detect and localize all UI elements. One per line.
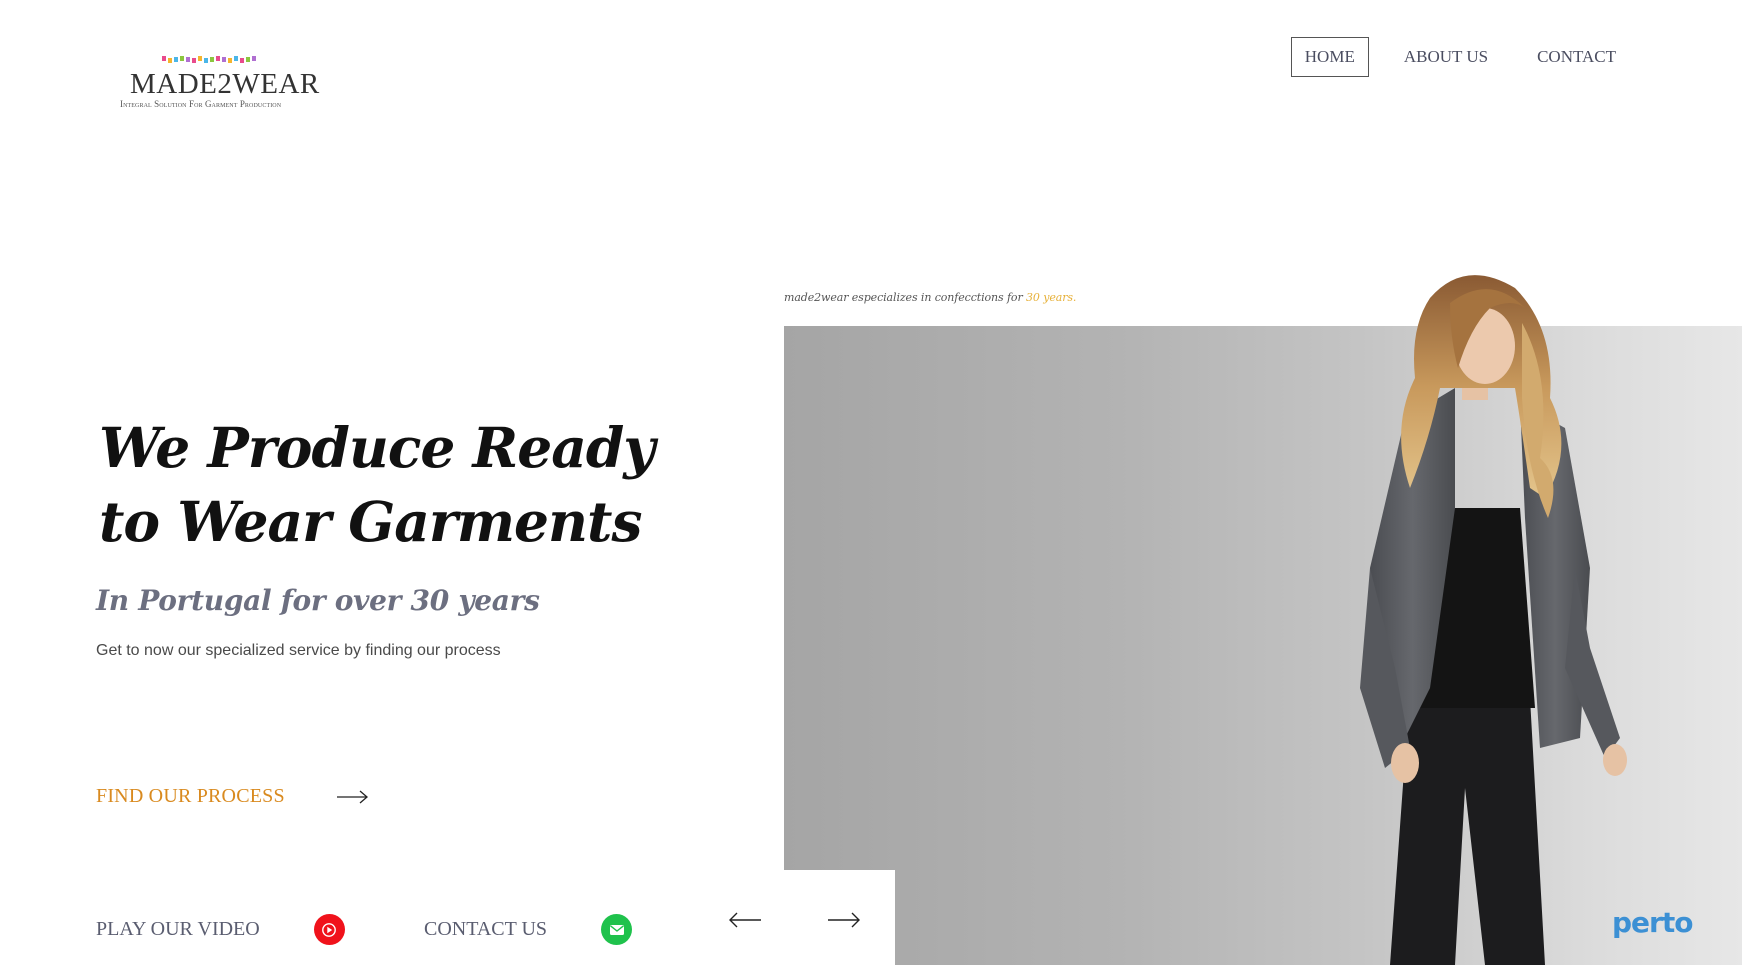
contact-us-label: CONTACT US bbox=[424, 918, 548, 940]
cta-label: FIND OUR PROCESS bbox=[96, 785, 285, 807]
logo-dot bbox=[246, 57, 250, 62]
logo-dot bbox=[240, 58, 244, 63]
logo-dot bbox=[186, 57, 190, 62]
hero-subtitle: In Portugal for over 30 years bbox=[96, 584, 540, 617]
mail-icon bbox=[601, 914, 633, 945]
tagline-highlight: 30 years. bbox=[1026, 291, 1077, 304]
hero-tagline: made2wear especializes in confecctions f… bbox=[784, 291, 1076, 304]
play-video-label: PLAY OUR VIDEO bbox=[96, 918, 260, 940]
arrow-left-icon[interactable] bbox=[728, 912, 762, 928]
logo-dot bbox=[216, 56, 220, 61]
logo-dot bbox=[192, 58, 196, 63]
logo-dot bbox=[210, 57, 214, 62]
nav-home[interactable]: HOME bbox=[1290, 37, 1369, 77]
logo-dots bbox=[162, 56, 256, 64]
logo-wordmark: MADE2WEAR bbox=[130, 68, 320, 100]
contact-us-button[interactable]: CONTACT US bbox=[424, 914, 633, 945]
play-icon bbox=[313, 914, 345, 945]
logo-dot bbox=[198, 56, 202, 61]
model-photo bbox=[1360, 275, 1627, 965]
hero-title: We Produce Ready to Wear Garments bbox=[99, 411, 659, 559]
tagline-prefix: made2wear especializes in confecctions f… bbox=[784, 291, 1023, 304]
hero-title-line-2: to Wear Garments bbox=[99, 489, 642, 554]
logo-dot bbox=[174, 57, 178, 62]
logo-dot bbox=[168, 58, 172, 63]
main-nav: HOME ABOUT US CONTACT bbox=[1290, 37, 1630, 77]
nav-about-us[interactable]: ABOUT US bbox=[1390, 37, 1502, 77]
find-our-process-button[interactable]: FIND OUR PROCESS bbox=[96, 785, 369, 808]
play-video-button[interactable]: PLAY OUR VIDEO bbox=[96, 914, 345, 945]
logo[interactable]: MADE2WEAR Integral Solution For Garment … bbox=[118, 52, 320, 112]
logo-tagline: Integral Solution For Garment Production bbox=[120, 99, 282, 109]
arrow-right-icon[interactable] bbox=[827, 912, 861, 928]
logo-dot bbox=[228, 58, 232, 63]
logo-dot bbox=[162, 56, 166, 61]
logo-dot bbox=[222, 57, 226, 62]
logo-dot bbox=[180, 56, 184, 61]
logo-dot bbox=[204, 58, 208, 63]
logo-dot bbox=[234, 56, 238, 61]
hero-title-line-1: We Produce Ready bbox=[99, 415, 655, 480]
arrow-right-icon bbox=[336, 790, 368, 803]
nav-contact[interactable]: CONTACT bbox=[1523, 37, 1630, 77]
hero-description: Get to now our specialized service by fi… bbox=[96, 642, 501, 659]
logo-dot bbox=[252, 56, 256, 61]
perto-watermark: perto bbox=[1612, 906, 1693, 939]
